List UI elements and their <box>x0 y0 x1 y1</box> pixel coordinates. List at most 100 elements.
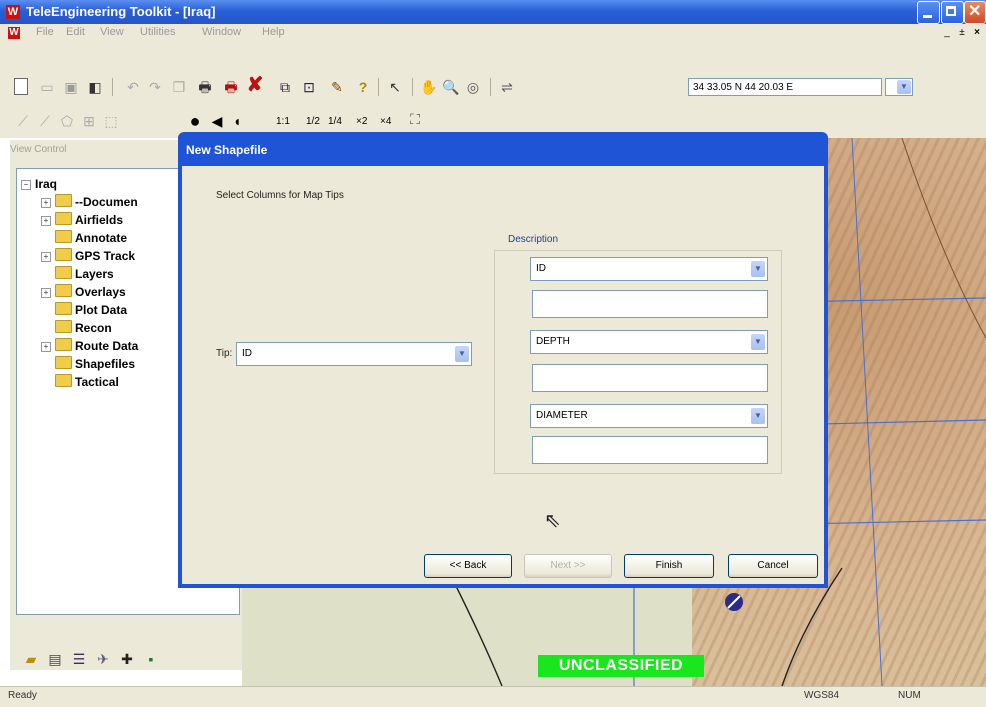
new-file-icon[interactable] <box>14 78 28 95</box>
minimize-icon[interactable] <box>917 1 940 24</box>
folders-tab-icon[interactable]: ▰ <box>22 650 40 668</box>
tree-item-overlays[interactable]: + Overlays <box>41 283 126 301</box>
tree-item-route-data[interactable]: + Route Data <box>41 337 138 355</box>
tree-item-label: Shapefiles <box>75 357 136 371</box>
redo-icon[interactable]: ↷ <box>146 78 164 96</box>
toolbar-separator <box>112 78 113 96</box>
description-text-2[interactable] <box>532 364 768 392</box>
tree-item-label: Route Data <box>75 339 139 353</box>
tree-root-label: Iraq <box>35 177 58 191</box>
layers-tab-icon[interactable]: ▤ <box>46 650 64 668</box>
tip-dropdown[interactable]: ID ▼ <box>236 342 472 366</box>
layers-icon[interactable]: ◧ <box>86 78 104 96</box>
maximize-icon[interactable] <box>941 1 964 24</box>
tree-item-documents[interactable]: + --Documen <box>41 193 138 211</box>
point-tool-icon[interactable]: ● <box>186 112 204 130</box>
list-tab-icon[interactable]: ☰ <box>70 650 88 668</box>
open-icon[interactable]: ▭ <box>38 78 56 96</box>
crosshair-tab-icon[interactable]: ✚ <box>118 650 136 668</box>
tree-item-plot-data[interactable]: Plot Data <box>55 301 127 319</box>
tree-item-label: Tactical <box>75 375 119 389</box>
print-icon[interactable]: 🖶 <box>196 78 214 96</box>
tree-item-tactical[interactable]: Tactical <box>55 373 119 391</box>
description-text-3[interactable] <box>532 436 768 464</box>
copy-icon[interactable]: ❐ <box>170 78 188 96</box>
zoom-x4-button[interactable]: ×4 <box>380 116 391 127</box>
finish-button[interactable]: Finish <box>624 554 714 578</box>
expand-icon[interactable]: + <box>41 288 51 298</box>
window-icon[interactable]: ⧉ <box>276 78 294 96</box>
folder-icon <box>55 248 72 261</box>
line-tool-icon[interactable]: ⟋ <box>14 112 32 130</box>
tree-item-recon[interactable]: Recon <box>55 319 112 337</box>
mdi-restore-button[interactable]: ± <box>955 26 969 39</box>
cancel-button[interactable]: Cancel <box>728 554 818 578</box>
zoom-icon[interactable]: 🔍 <box>442 78 460 96</box>
plot-tab-icon[interactable]: ▪ <box>142 650 160 668</box>
back-button[interactable]: << Back <box>424 554 512 578</box>
tree-item-annotate[interactable]: Annotate <box>55 229 127 247</box>
menu-view[interactable]: View <box>100 26 124 38</box>
gps-icon[interactable]: ◎ <box>464 78 482 96</box>
arrow-left-icon[interactable]: ◀ <box>208 112 226 130</box>
collapse-icon[interactable]: − <box>21 180 31 190</box>
zoom-quarter-button[interactable]: 1/4 <box>328 116 342 127</box>
mdi-close-button[interactable]: × <box>970 26 984 39</box>
half-circle-icon[interactable]: ◖ <box>228 112 246 130</box>
expand-icon[interactable]: + <box>41 252 51 262</box>
measure-icon[interactable]: ⇌ <box>498 78 516 96</box>
tree-root[interactable]: − Iraq <box>21 175 57 193</box>
save-icon[interactable]: ▣ <box>62 78 80 96</box>
description-dropdown-3[interactable]: DIAMETER ▼ <box>530 404 768 428</box>
pointer-icon[interactable]: ↖ <box>386 78 404 96</box>
expand-icon[interactable]: + <box>41 216 51 226</box>
description-dropdown-1[interactable]: ID ▼ <box>530 257 768 281</box>
expand-icon[interactable]: + <box>41 342 51 352</box>
zoom-half-button[interactable]: 1/2 <box>306 116 320 127</box>
menu-window[interactable]: Window <box>202 26 241 38</box>
menu-file[interactable]: File <box>36 26 54 38</box>
folder-icon <box>55 284 72 297</box>
pan-hand-icon[interactable]: ✋ <box>420 78 438 96</box>
help-icon[interactable]: ? <box>354 78 372 96</box>
tree-item-label: GPS Track <box>75 249 136 263</box>
dialog-title: New Shapefile <box>186 143 268 157</box>
expand-icon[interactable]: + <box>41 198 51 208</box>
description-dropdown-2-value: DEPTH <box>536 336 570 347</box>
select-tool-icon[interactable]: ⬚ <box>102 112 120 130</box>
zoom-1-1-button[interactable]: 1:1 <box>276 116 290 127</box>
tools-tab-icon[interactable]: ✈ <box>94 650 112 668</box>
menu-utilities[interactable]: Utilities <box>140 26 175 38</box>
tree-item-layers[interactable]: Layers <box>55 265 114 283</box>
grid-tool-icon[interactable]: ⊞ <box>80 112 98 130</box>
next-button[interactable]: Next >> <box>524 554 612 578</box>
pen-icon[interactable]: ✎ <box>328 78 346 96</box>
menu-edit[interactable]: Edit <box>66 26 85 38</box>
dialog-icon[interactable]: ⊡ <box>300 78 318 96</box>
undo-icon[interactable]: ↶ <box>124 78 142 96</box>
tree-item-airfields[interactable]: + Airfields <box>41 211 123 229</box>
polyline-tool-icon[interactable]: ⟋ <box>36 112 54 130</box>
mdi-minimize-button[interactable]: _ <box>940 26 954 39</box>
description-label: Description <box>508 234 559 245</box>
document-icon[interactable]: W <box>8 27 20 39</box>
toolbar-separator <box>378 78 379 96</box>
description-text-1[interactable] <box>532 290 768 318</box>
toolbar-separator <box>412 78 413 96</box>
status-text: Ready <box>8 690 37 701</box>
description-dropdown-2[interactable]: DEPTH ▼ <box>530 330 768 354</box>
zoom-extent-icon[interactable]: ⛶ <box>406 110 424 128</box>
window-title-bar[interactable]: W TeleEngineering Toolkit - [Iraq] ✕ <box>0 0 986 24</box>
tree-item-shapefiles[interactable]: Shapefiles <box>55 355 135 373</box>
print-preview-icon[interactable]: 🖶 <box>222 78 240 96</box>
zoom-x2-button[interactable]: ×2 <box>356 116 367 127</box>
coordinate-format-dropdown[interactable]: ▼ <box>885 78 913 96</box>
dialog-instruction: Select Columns for Map Tips <box>216 190 344 201</box>
delete-icon[interactable]: ✘ <box>246 75 264 95</box>
status-num: NUM <box>898 690 921 701</box>
folder-icon <box>55 302 72 315</box>
polygon-tool-icon[interactable]: ⬠ <box>58 112 76 130</box>
close-icon[interactable]: ✕ <box>964 1 986 24</box>
menu-help[interactable]: Help <box>262 26 285 38</box>
tree-item-gps-track[interactable]: + GPS Track <box>41 247 135 265</box>
